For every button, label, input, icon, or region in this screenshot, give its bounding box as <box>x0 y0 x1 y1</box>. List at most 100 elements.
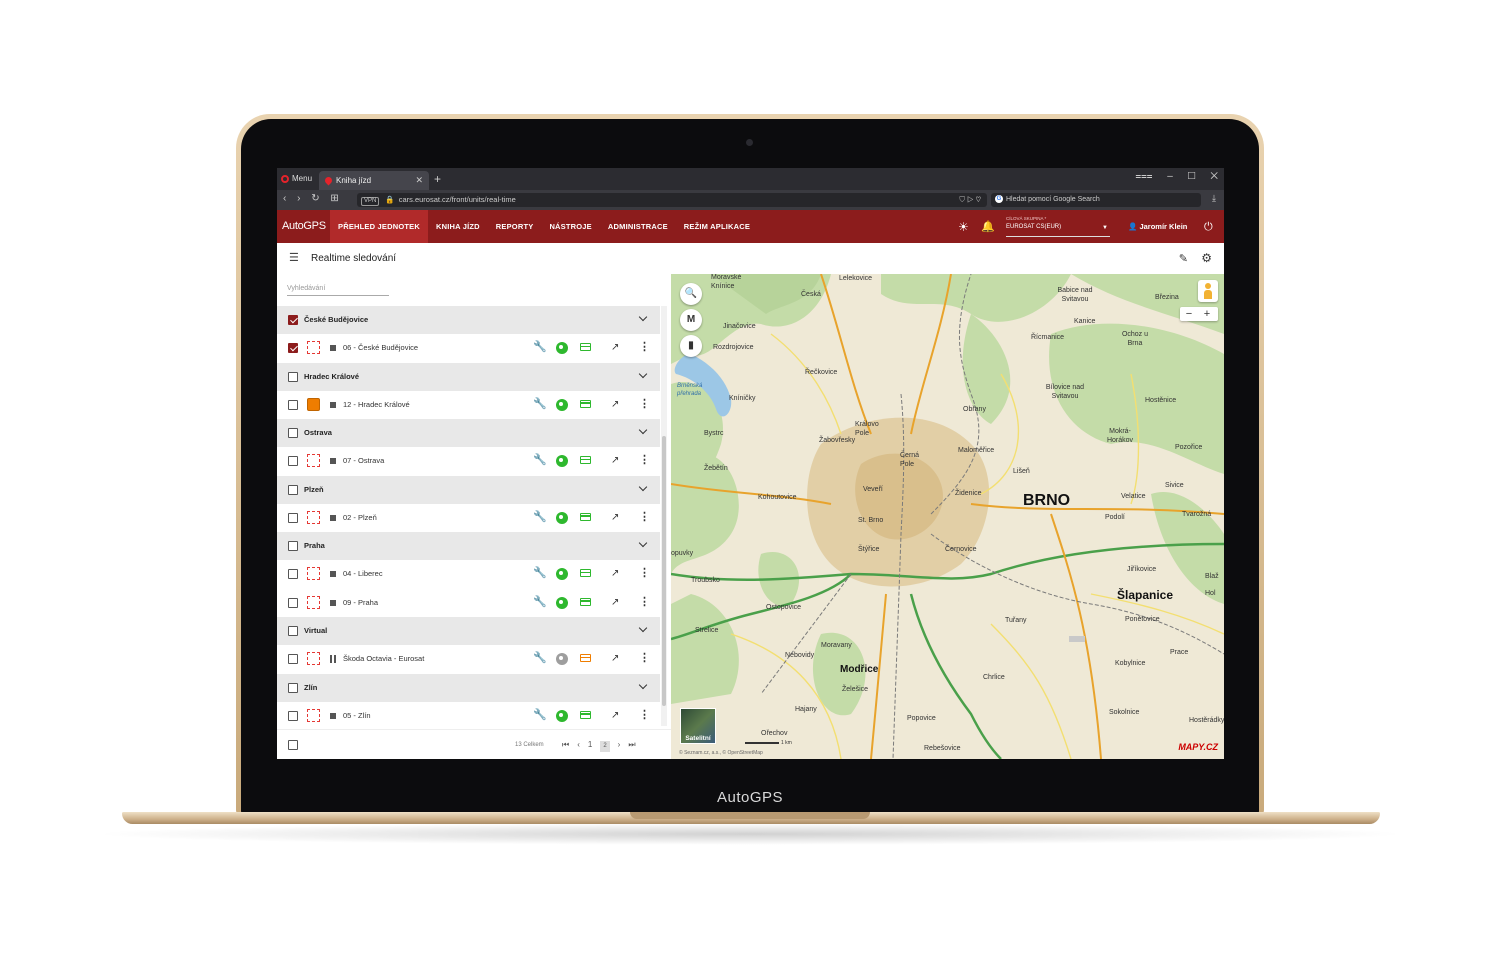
brightness-icon[interactable]: ☀ <box>958 220 972 234</box>
unit-checkbox[interactable] <box>288 399 298 410</box>
satellite-toggle[interactable]: Satelitní <box>680 708 716 744</box>
wrench-icon[interactable]: 🔧 <box>533 651 547 665</box>
unit-checkbox[interactable] <box>288 512 298 523</box>
chevron-down-icon[interactable] <box>638 680 648 689</box>
chevron-down-icon[interactable] <box>638 482 648 491</box>
select-all-checkbox[interactable] <box>288 740 298 750</box>
unit-row[interactable]: Škoda Octavia - Eurosat 🔧 ↗ ⋮ <box>277 645 660 674</box>
user-menu[interactable]: 👤 Jaromír Klein <box>1128 210 1187 243</box>
nav-reporty[interactable]: REPORTY <box>488 210 542 243</box>
group-checkbox[interactable] <box>288 428 298 438</box>
map-search-button[interactable]: 🔍 <box>680 283 702 305</box>
nav-rezim-aplikace[interactable]: REŽIM APLIKACE <box>676 210 758 243</box>
tab-close-icon[interactable]: ✕ <box>415 171 423 190</box>
prev-page-button[interactable]: ‹ <box>577 730 580 759</box>
trend-icon[interactable]: ↗ <box>611 596 619 610</box>
more-options-icon[interactable]: ⋮ <box>639 708 650 722</box>
more-options-icon[interactable]: ⋮ <box>639 453 650 467</box>
browser-tab[interactable]: Kniha jízd ✕ <box>319 171 429 190</box>
mapy-logo-button[interactable]: M <box>680 309 702 331</box>
unit-checkbox[interactable] <box>288 343 298 353</box>
app-logo[interactable]: AutoGPS <box>282 210 326 243</box>
browser-nav-buttons[interactable]: ‹ › ↻ ⊞ <box>283 193 339 204</box>
browser-menu-button[interactable]: Menu <box>281 172 312 186</box>
trend-icon[interactable]: ↗ <box>611 398 619 412</box>
gear-icon[interactable]: ⚙ <box>1201 251 1212 265</box>
unit-row[interactable]: 06 - České Budějovice 🔧 ↗ ⋮ <box>277 334 660 363</box>
more-options-icon[interactable]: ⋮ <box>639 651 650 665</box>
unit-name[interactable]: 07 - Ostrava <box>343 447 384 476</box>
group-checkbox[interactable] <box>288 484 298 495</box>
last-page-button[interactable]: ⏭ <box>628 730 635 759</box>
pencil-icon[interactable]: ✎ <box>1179 252 1188 265</box>
page-2-button[interactable]: 2 <box>600 741 610 752</box>
units-search-input[interactable]: Vyhledávání <box>287 282 389 296</box>
zoom-control[interactable]: − + <box>1180 307 1218 321</box>
new-tab-button[interactable]: + <box>434 171 441 187</box>
group-checkbox[interactable] <box>288 682 298 693</box>
unit-checkbox[interactable] <box>288 654 298 664</box>
unit-name[interactable]: Škoda Octavia - Eurosat <box>343 645 424 674</box>
wrench-icon[interactable]: 🔧 <box>533 510 547 524</box>
map-layers-button[interactable]: ▮ <box>680 335 702 357</box>
trend-icon[interactable]: ↗ <box>611 709 619 723</box>
unit-checkbox[interactable] <box>288 710 298 721</box>
unit-checkbox[interactable] <box>288 456 298 466</box>
list-menu-icon[interactable]: ☰ <box>289 253 299 264</box>
target-group-select[interactable]: CÍLOVÁ SKUPINA * EUROSAT CS(EUR) ▼ <box>1006 216 1110 237</box>
trend-icon[interactable]: ↗ <box>611 341 619 355</box>
group-checkbox[interactable] <box>288 371 298 382</box>
power-icon[interactable]: ⏻ <box>1204 220 1213 234</box>
unit-name[interactable]: 12 - Hradec Králové <box>343 391 410 420</box>
unit-name[interactable]: 06 - České Budějovice <box>343 334 418 363</box>
window-controls[interactable]: ⩶ – ☐ ✕ <box>1135 171 1218 182</box>
download-icon[interactable]: ⤓ <box>1212 193 1216 204</box>
unit-row[interactable]: 04 - Liberec 🔧 ↗ ⋮ <box>277 560 660 589</box>
group-row[interactable]: Zlín <box>277 673 660 702</box>
bell-icon[interactable]: 🔔 <box>981 220 995 234</box>
zoom-in-button[interactable]: + <box>1198 307 1216 321</box>
more-options-icon[interactable]: ⋮ <box>639 566 650 580</box>
google-search-field[interactable]: G Hledat pomocí Google Search <box>991 193 1201 207</box>
trend-icon[interactable]: ↗ <box>611 454 619 468</box>
nav-prehled-jednotek[interactable]: PŘEHLED JEDNOTEK <box>330 210 428 243</box>
street-view-icon[interactable] <box>1198 280 1218 302</box>
unit-name[interactable]: 02 - Plzeň <box>343 504 377 533</box>
more-options-icon[interactable]: ⋮ <box>639 397 650 411</box>
group-checkbox[interactable] <box>288 541 298 551</box>
chevron-down-icon[interactable] <box>638 623 648 633</box>
page-1-button[interactable]: 1 <box>588 730 592 759</box>
chevron-down-icon[interactable] <box>638 425 648 435</box>
unit-row[interactable]: 07 - Ostrava 🔧 ↗ ⋮ <box>277 447 660 476</box>
wrench-icon[interactable]: 🔧 <box>533 595 547 609</box>
unit-checkbox[interactable] <box>288 597 298 608</box>
unit-row[interactable]: 12 - Hradec Králové 🔧 ↗ ⋮ <box>277 390 660 420</box>
nav-administrace[interactable]: ADMINISTRACE <box>600 210 676 243</box>
trend-icon[interactable]: ↗ <box>611 511 619 525</box>
group-row[interactable]: Ostrava <box>277 419 660 447</box>
zoom-out-button[interactable]: − <box>1180 307 1198 321</box>
unit-name[interactable]: 09 - Praha <box>343 589 378 618</box>
scrollbar-thumb[interactable] <box>662 436 666 706</box>
wrench-icon[interactable]: 🔧 <box>533 397 547 411</box>
trend-icon[interactable]: ↗ <box>611 567 619 581</box>
group-row[interactable]: Plzeň <box>277 475 660 504</box>
url-field[interactable]: VPN 🔒 cars.eurosat.cz/front/units/real-tim… <box>357 193 987 207</box>
nav-kniha-jizd[interactable]: KNIHA JÍZD <box>428 210 488 243</box>
chevron-down-icon[interactable] <box>638 312 648 322</box>
map-copyright[interactable]: © Seznam.cz, a.s., © OpenStreetMap <box>679 750 763 756</box>
unit-row[interactable]: 02 - Plzeň 🔧 ↗ ⋮ <box>277 503 660 533</box>
mapy-cz-logo[interactable]: MAPY.CZ <box>1178 742 1218 752</box>
trend-icon[interactable]: ↗ <box>611 652 619 666</box>
chevron-down-icon[interactable] <box>638 369 648 378</box>
group-row[interactable]: České Budějovice <box>277 306 660 334</box>
unit-name[interactable]: 04 - Liberec <box>343 560 383 589</box>
list-scrollbar[interactable] <box>661 306 667 726</box>
wrench-icon[interactable]: 🔧 <box>533 453 547 467</box>
vpn-badge[interactable]: VPN <box>361 197 380 206</box>
group-checkbox[interactable] <box>288 315 298 325</box>
unit-row[interactable]: 09 - Praha 🔧 ↗ ⋮ <box>277 588 660 618</box>
unit-name[interactable]: 05 - Zlín <box>343 702 371 731</box>
next-page-button[interactable]: › <box>618 730 621 759</box>
more-options-icon[interactable]: ⋮ <box>639 340 650 354</box>
